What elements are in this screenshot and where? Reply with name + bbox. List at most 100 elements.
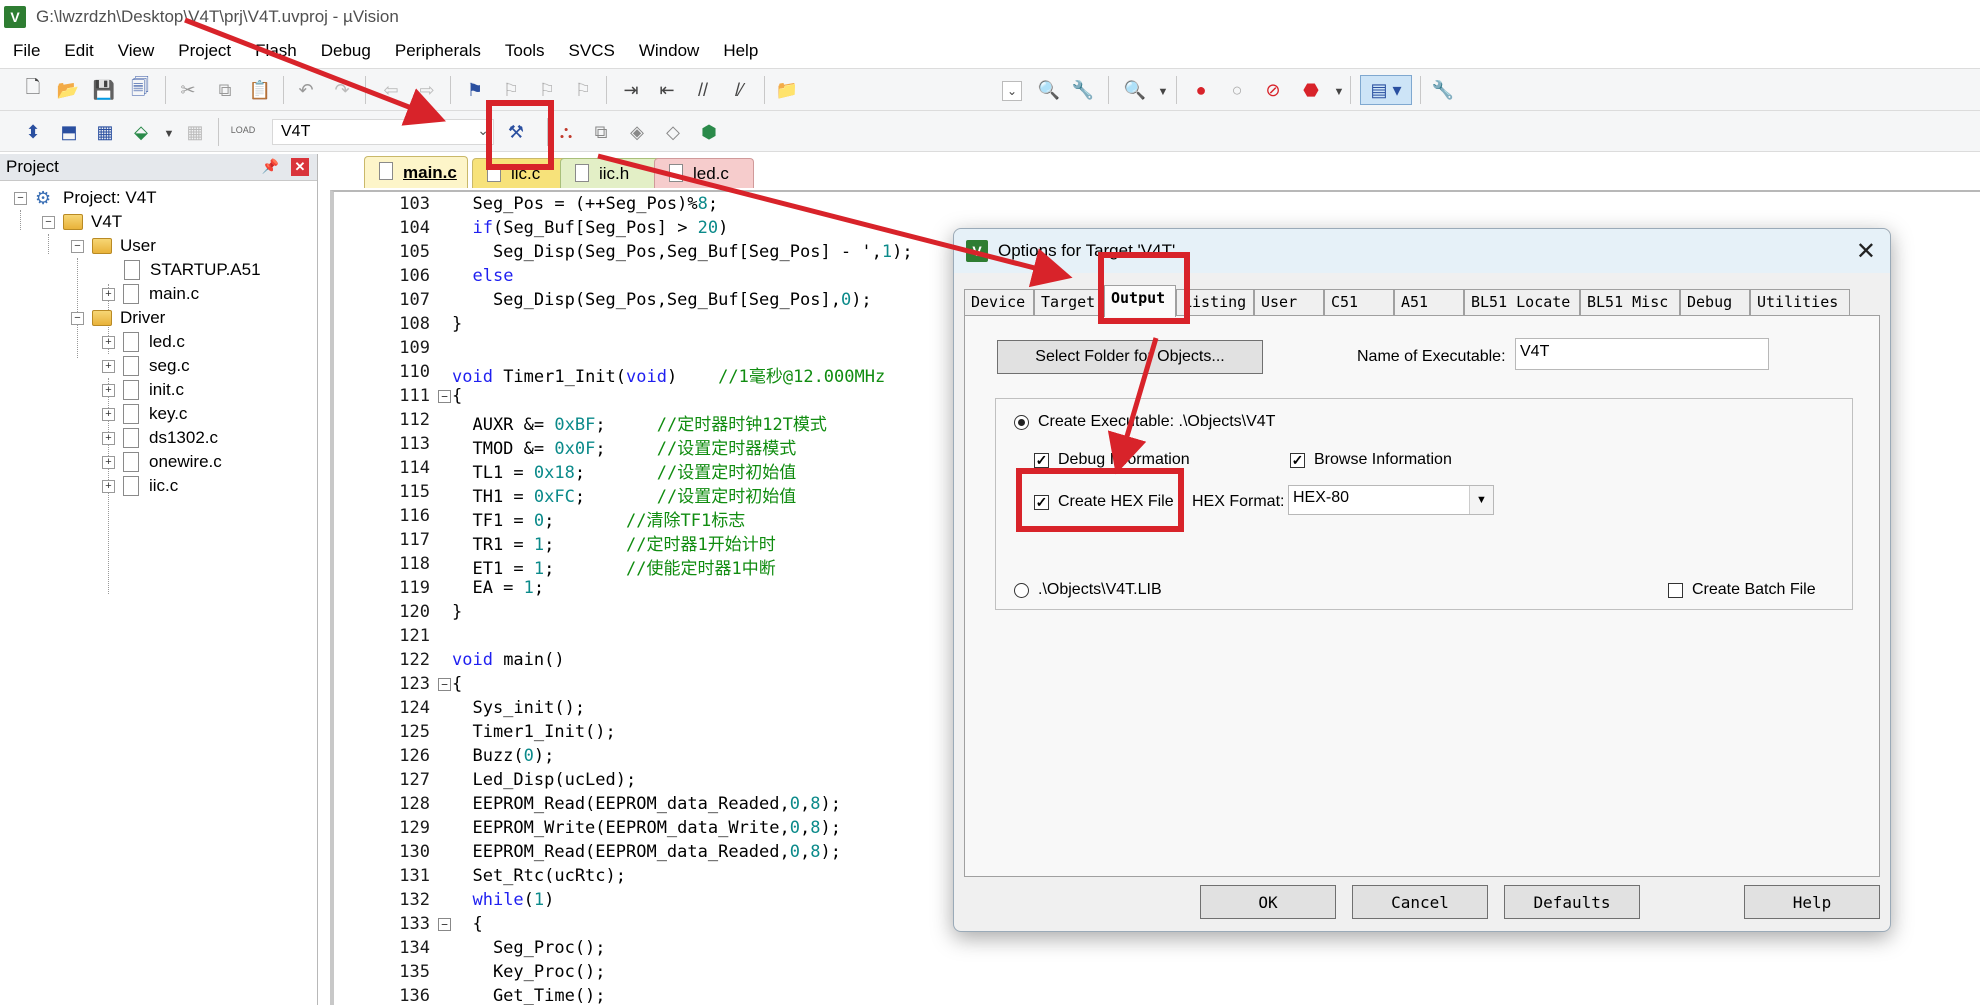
expand-toggle-icon[interactable]: +: [102, 335, 115, 349]
ok-button[interactable]: OK: [1200, 885, 1336, 919]
menu-file[interactable]: File: [0, 41, 51, 61]
tree-file-led[interactable]: + led.c: [102, 330, 185, 354]
expand-toggle-icon[interactable]: +: [102, 287, 115, 301]
pin-icon[interactable]: 📌: [262, 158, 279, 175]
incremental-find-icon[interactable]: 🔧: [1070, 77, 1096, 103]
tab-bl51-misc[interactable]: BL51 Misc: [1580, 289, 1680, 315]
fold-toggle-icon[interactable]: −: [438, 678, 451, 691]
translate-icon[interactable]: ⬍: [20, 119, 46, 145]
cancel-button[interactable]: Cancel: [1352, 885, 1488, 919]
menu-help[interactable]: Help: [710, 41, 769, 61]
download-load-icon[interactable]: LOAD: [230, 117, 256, 143]
collapse-toggle-icon[interactable]: −: [71, 239, 84, 253]
batch-build-icon[interactable]: ⬙: [128, 119, 154, 145]
pack-installer-icon[interactable]: ⬢: [696, 119, 722, 145]
expand-toggle-icon[interactable]: +: [102, 479, 115, 493]
kill-all-breakpoints-icon[interactable]: ⬣: [1298, 77, 1324, 103]
chevron-down-icon[interactable]: ▼: [1326, 79, 1352, 105]
menu-project[interactable]: Project: [165, 41, 242, 61]
expand-toggle-icon[interactable]: +: [102, 383, 115, 397]
tab-c51[interactable]: C51: [1324, 289, 1394, 315]
tree-file-seg[interactable]: + seg.c: [102, 354, 190, 378]
navigate-back-icon[interactable]: ⇦: [378, 77, 404, 103]
name-of-executable-input[interactable]: V4T: [1515, 338, 1769, 370]
editor-tab-iic-h[interactable]: iic.h: [560, 158, 664, 188]
menu-peripherals[interactable]: Peripherals: [382, 41, 492, 61]
disable-all-breakpoints-icon[interactable]: ⊘: [1260, 77, 1286, 103]
manage-rte-icon[interactable]: ◈: [624, 119, 650, 145]
manage-project-items-icon[interactable]: ⛬: [553, 119, 579, 145]
tree-file-iic[interactable]: + iic.c: [102, 474, 178, 498]
collapse-toggle-icon[interactable]: −: [14, 191, 27, 205]
comment-icon[interactable]: //: [690, 77, 716, 103]
new-file-icon[interactable]: 🗋: [20, 77, 46, 103]
stop-build-icon[interactable]: ▦: [182, 119, 208, 145]
tree-file-onewire[interactable]: + onewire.c: [102, 450, 222, 474]
tab-target[interactable]: Target: [1034, 289, 1104, 315]
build-icon[interactable]: ⬒: [56, 119, 82, 145]
find-icon[interactable]: 🔍: [1036, 77, 1062, 103]
menu-debug[interactable]: Debug: [308, 41, 382, 61]
cut-icon[interactable]: ✂: [175, 77, 201, 103]
expand-toggle-icon[interactable]: +: [102, 407, 115, 421]
fold-toggle-icon[interactable]: −: [438, 918, 451, 931]
fold-toggle-icon[interactable]: −: [438, 390, 451, 403]
select-packs-icon[interactable]: ◇: [660, 119, 686, 145]
configure-tools-icon[interactable]: 🔧: [1430, 77, 1456, 103]
open-file-icon[interactable]: 📂: [55, 77, 81, 103]
select-folder-button[interactable]: Select Folder for Objects...: [997, 340, 1263, 374]
redo-icon[interactable]: ↷: [329, 77, 355, 103]
menu-svcs[interactable]: SVCS: [556, 41, 626, 61]
hex-format-select[interactable]: HEX-80 ▼: [1288, 485, 1494, 515]
expand-toggle-icon[interactable]: +: [102, 431, 115, 445]
breakpoint-icon[interactable]: ●: [1188, 77, 1214, 103]
start-debug-icon[interactable]: 🔍: [1122, 77, 1148, 103]
collapse-toggle-icon[interactable]: −: [71, 311, 84, 325]
menu-edit[interactable]: Edit: [51, 41, 104, 61]
undo-icon[interactable]: ↶: [293, 77, 319, 103]
tree-group-user[interactable]: − User: [71, 234, 156, 258]
manage-multi-project-icon[interactable]: ⧉: [588, 119, 614, 145]
find-dropdown-icon[interactable]: ⌄: [1002, 81, 1022, 101]
tab-device[interactable]: Device: [964, 289, 1034, 315]
close-icon[interactable]: ✕: [1856, 237, 1876, 266]
paste-icon[interactable]: 📋: [247, 77, 273, 103]
tree-file-init[interactable]: + init.c: [102, 378, 184, 402]
tree-project-root[interactable]: − ⚙ Project: V4T: [14, 186, 157, 210]
create-library-radio[interactable]: [1014, 583, 1029, 598]
tab-a51[interactable]: A51: [1394, 289, 1464, 315]
collapse-toggle-icon[interactable]: −: [42, 215, 55, 229]
tab-debug[interactable]: Debug: [1680, 289, 1750, 315]
indent-icon[interactable]: ⇥: [618, 77, 644, 103]
tree-file-startup[interactable]: STARTUP.A51: [124, 258, 261, 282]
menu-tools[interactable]: Tools: [492, 41, 556, 61]
copy-icon[interactable]: ⧉: [212, 77, 238, 103]
rebuild-icon[interactable]: ▦: [92, 119, 118, 145]
target-select[interactable]: V4T ⌄: [272, 119, 494, 145]
find-in-files-icon[interactable]: 📁: [774, 77, 800, 103]
tab-user[interactable]: User: [1254, 289, 1324, 315]
tree-file-ds1302[interactable]: + ds1302.c: [102, 426, 218, 450]
menu-view[interactable]: View: [105, 41, 166, 61]
unindent-icon[interactable]: ⇤: [654, 77, 680, 103]
expand-toggle-icon[interactable]: +: [102, 455, 115, 469]
close-icon[interactable]: ✕: [291, 158, 309, 176]
bookmark-icon[interactable]: ⚑: [462, 77, 488, 103]
browse-information-checkbox[interactable]: ✓: [1290, 453, 1305, 468]
tree-file-key[interactable]: + key.c: [102, 402, 187, 426]
navigate-forward-icon[interactable]: ⇨: [414, 77, 440, 103]
chevron-down-icon[interactable]: ▼: [156, 121, 182, 147]
save-all-icon[interactable]: 🗐: [127, 77, 153, 103]
menu-window[interactable]: Window: [626, 41, 710, 61]
tree-group-driver[interactable]: − Driver: [71, 306, 165, 330]
save-icon[interactable]: 💾: [91, 77, 117, 103]
editor-tab-main-c[interactable]: main.c: [364, 156, 468, 188]
tab-utilities[interactable]: Utilities: [1750, 289, 1850, 315]
window-layout-icon[interactable]: ▤ ▾: [1360, 75, 1412, 105]
editor-tab-led-c[interactable]: led.c: [654, 158, 754, 188]
tree-file-main[interactable]: + main.c: [102, 282, 199, 306]
debug-information-checkbox[interactable]: ✓: [1034, 453, 1049, 468]
tree-target[interactable]: − V4T: [42, 210, 122, 234]
help-button[interactable]: Help: [1744, 885, 1880, 919]
chevron-down-icon[interactable]: ▼: [1150, 79, 1176, 105]
